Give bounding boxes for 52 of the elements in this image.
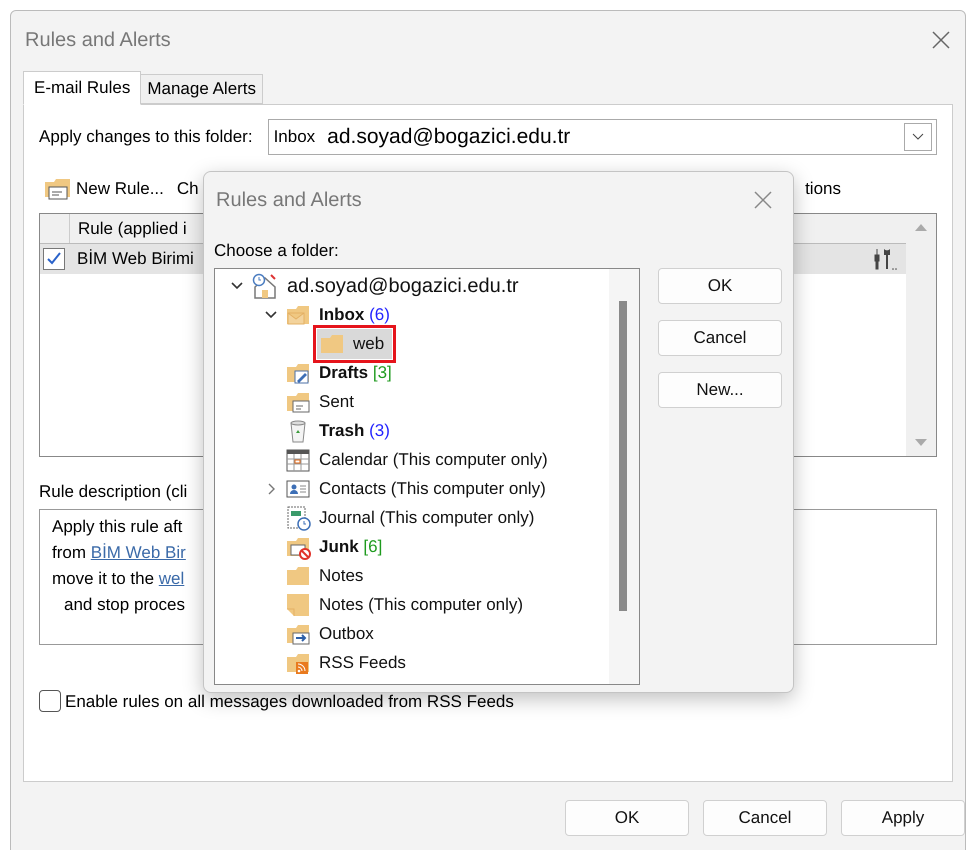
folder-tree-item[interactable]: Outbox bbox=[283, 620, 378, 648]
dialog-button[interactable]: New... bbox=[658, 372, 782, 408]
dialog-button[interactable]: Cancel bbox=[658, 320, 782, 356]
dropdown-chevron-icon bbox=[904, 123, 932, 151]
folder-tree-item[interactable]: ad.soyad@bogazici.edu.tr bbox=[249, 272, 523, 300]
folder-tree-item[interactable]: Drafts [3] bbox=[283, 359, 396, 387]
field-label: Apply changes to this folder: bbox=[39, 126, 253, 148]
account-icon bbox=[251, 273, 279, 299]
section-label: Rule description (cli bbox=[39, 481, 188, 503]
folder-dropdown[interactable]: Inbox ad.soyad@bogazici.edu.tr bbox=[268, 119, 937, 155]
toolbar-button[interactable]: Ch bbox=[176, 176, 199, 202]
folder-tree-item[interactable]: Notes bbox=[283, 562, 368, 590]
description-line: and stop proces bbox=[63, 594, 185, 616]
folder-tree-item[interactable]: web bbox=[317, 329, 392, 359]
rule-name: BİM Web Birimi bbox=[77, 248, 194, 270]
dialog-button[interactable]: OK bbox=[658, 268, 782, 304]
toolbar-button[interactable]: tions bbox=[805, 176, 841, 202]
journal-icon bbox=[285, 505, 311, 531]
dialog-title: Rules and Alerts bbox=[216, 188, 362, 213]
tab[interactable]: Manage Alerts bbox=[141, 74, 264, 104]
folder-tree-item[interactable]: Junk [6] bbox=[283, 533, 386, 561]
dialog-button[interactable]: Cancel bbox=[703, 800, 827, 836]
tab[interactable]: E-mail Rules bbox=[23, 71, 142, 105]
folder-tree-item[interactable]: Inbox (6) bbox=[283, 301, 394, 329]
check-icon bbox=[46, 251, 62, 267]
new-rule-icon bbox=[43, 176, 73, 202]
note-icon bbox=[285, 592, 311, 618]
folder-tree-item[interactable]: Contacts (This computer only) bbox=[283, 475, 550, 503]
description-line: move it to the wel bbox=[52, 568, 184, 590]
calendar-icon bbox=[285, 447, 311, 473]
column-header[interactable]: Rule (applied i bbox=[70, 214, 187, 243]
description-line: from BİM Web Bir bbox=[52, 542, 186, 564]
prompt-label: Choose a folder: bbox=[214, 240, 340, 262]
window-title: Rules and Alerts bbox=[25, 28, 171, 53]
close-icon[interactable] bbox=[931, 30, 951, 50]
folder-tree-item[interactable]: RSS Feeds bbox=[283, 649, 410, 677]
toolbar-button[interactable]: New Rule... bbox=[76, 176, 164, 202]
dialog-button[interactable]: OK bbox=[565, 800, 689, 836]
checkbox[interactable] bbox=[43, 248, 65, 270]
description-link[interactable]: BİM Web Bir bbox=[90, 542, 186, 562]
description-line: Apply this rule aft bbox=[52, 516, 182, 538]
folder-tree-item[interactable]: Trash (3) bbox=[283, 417, 394, 445]
close-icon[interactable] bbox=[753, 190, 773, 210]
folder-tree-item[interactable]: Notes (This computer only) bbox=[283, 591, 528, 619]
dialog-button[interactable]: Apply bbox=[841, 800, 965, 836]
description-link[interactable]: wel bbox=[158, 568, 184, 588]
folder-tree-item[interactable]: Journal (This computer only) bbox=[283, 504, 538, 532]
scrollbar-thumb[interactable] bbox=[619, 300, 627, 610]
checkbox-label: Enable rules on all messages downloaded from RSS Feeds bbox=[65, 690, 514, 712]
folder-tree-item[interactable]: Sent bbox=[283, 388, 358, 416]
checkbox[interactable] bbox=[39, 690, 61, 712]
folder-tree-item[interactable]: Calendar (This computer only) bbox=[283, 446, 552, 474]
